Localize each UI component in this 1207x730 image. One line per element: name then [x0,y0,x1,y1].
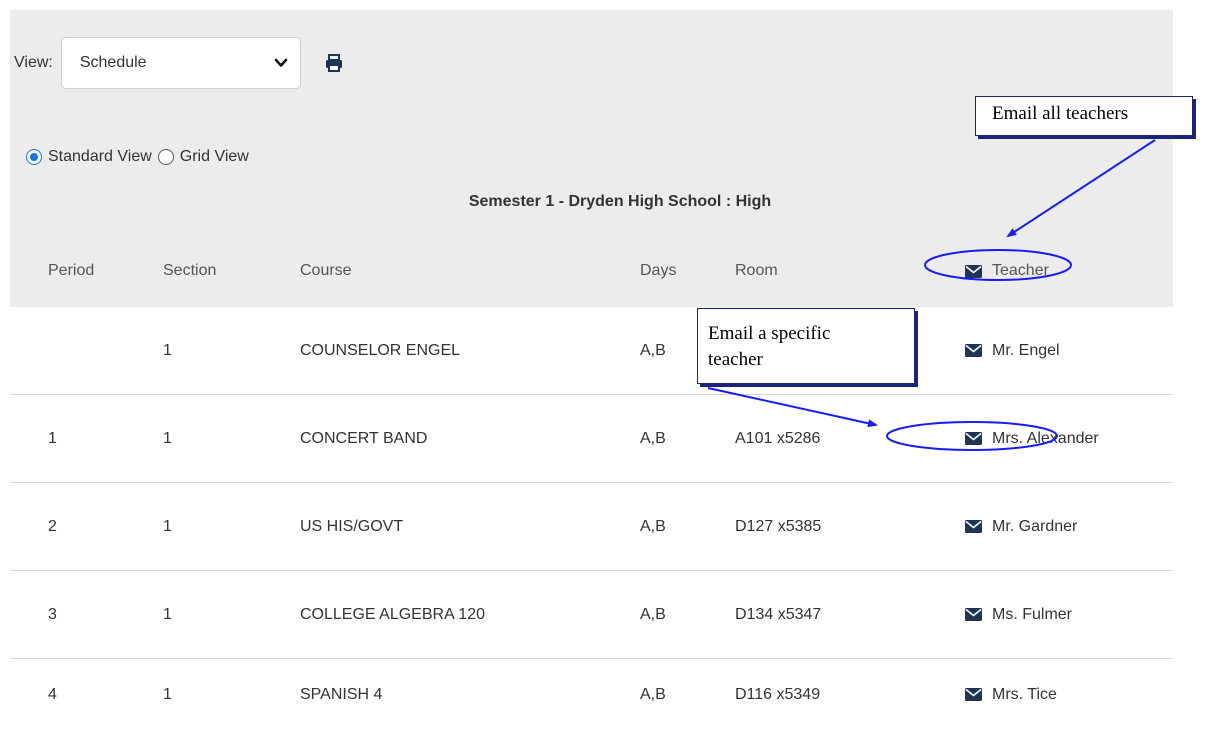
standard-view-radio[interactable] [26,149,42,165]
cell-period: 3 [48,605,57,623]
email-all-teachers-button[interactable]: Teacher [965,236,1049,306]
cell-days: A,B [640,429,666,447]
table-row: 4 1 SPANISH 4 A,B D116 x5349 Mrs. Tice [10,659,1173,730]
email-teacher-link[interactable]: Mr. Gardner [965,483,1077,570]
cell-course: COUNSELOR ENGEL [300,341,461,359]
cell-teacher: Mr. Engel [992,341,1060,359]
table-row: 3 1 COLLEGE ALGEBRA 120 A,B D134 x5347 M… [10,571,1173,659]
mail-icon [965,608,982,621]
cell-days: A,B [640,341,666,359]
email-teacher-link[interactable]: Mrs. Alexander [965,395,1099,482]
table-row: 1 1 CONCERT BAND A,B A101 x5286 Mrs. Ale… [10,395,1173,483]
cell-section: 1 [163,685,172,703]
cell-period: 2 [48,517,57,535]
cell-room: D116 x5349 [735,685,821,703]
callout-email-all: Email all teachers [975,96,1193,136]
cell-course: COLLEGE ALGEBRA 120 [300,605,485,623]
semester-title: Semester 1 - Dryden High School : High [468,193,772,210]
cell-teacher: Mrs. Alexander [992,429,1099,447]
cell-period: 4 [48,685,57,703]
cell-course: CONCERT BAND [300,429,428,447]
email-teacher-link[interactable]: Ms. Fulmer [965,571,1072,658]
standard-view-label[interactable]: Standard View [48,148,152,166]
print-icon[interactable] [325,54,343,72]
cell-room: D134 x5347 [735,605,822,623]
cell-days: A,B [640,685,666,703]
table-row: 1 COUNSELOR ENGEL A,B Mr. Engel [10,307,1173,395]
mail-icon [965,688,982,701]
cell-course: SPANISH 4 [300,685,383,703]
view-mode-radios: Standard View Grid View [26,148,255,166]
callout-email-specific: Email a specific teacher [697,308,915,384]
view-select[interactable]: Schedule [60,37,301,89]
table-row: 2 1 US HIS/GOVT A,B D127 x5385 Mr. Gardn… [10,483,1173,571]
table-header: Period Section Course Days Room Teacher [10,236,1173,306]
cell-days: A,B [640,517,666,535]
email-teacher-link[interactable]: Mrs. Tice [965,659,1057,730]
email-teacher-link[interactable]: Mr. Engel [965,307,1060,394]
view-label: View: [14,54,53,71]
header-teacher: Teacher [992,262,1049,279]
cell-course: US HIS/GOVT [300,517,404,535]
cell-section: 1 [163,517,172,535]
cell-section: 1 [163,605,172,623]
mail-icon [965,432,982,445]
chevron-down-icon [274,58,288,67]
cell-teacher: Mr. Gardner [992,517,1078,535]
cell-days: A,B [640,605,666,623]
cell-teacher: Mrs. Tice [992,685,1057,703]
cell-section: 1 [163,429,172,447]
cell-room: D127 x5385 [735,517,822,535]
callout-email-specific-line1: Email a specific [708,323,831,344]
mail-icon [965,264,982,278]
callout-email-all-text: Email all teachers [992,103,1129,124]
mail-icon [965,344,982,357]
header-period: Period [48,262,95,279]
header-course: Course [300,262,352,279]
header-days: Days [640,262,677,279]
cell-section: 1 [163,341,172,359]
cell-room: A101 x5286 [735,429,821,447]
view-select-value: Schedule [79,54,147,71]
mail-icon [965,520,982,533]
header-room: Room [735,262,778,279]
cell-period: 1 [48,429,57,447]
cell-teacher: Ms. Fulmer [992,605,1072,623]
grid-view-radio[interactable] [157,149,174,165]
header-section: Section [163,262,217,279]
grid-view-label[interactable]: Grid View [180,148,249,166]
view-toolbar: View: Schedule [14,37,343,89]
schedule-page: View: Schedule Standard View Grid View S… [0,0,1207,730]
callout-email-specific-line2: teacher [708,349,763,370]
